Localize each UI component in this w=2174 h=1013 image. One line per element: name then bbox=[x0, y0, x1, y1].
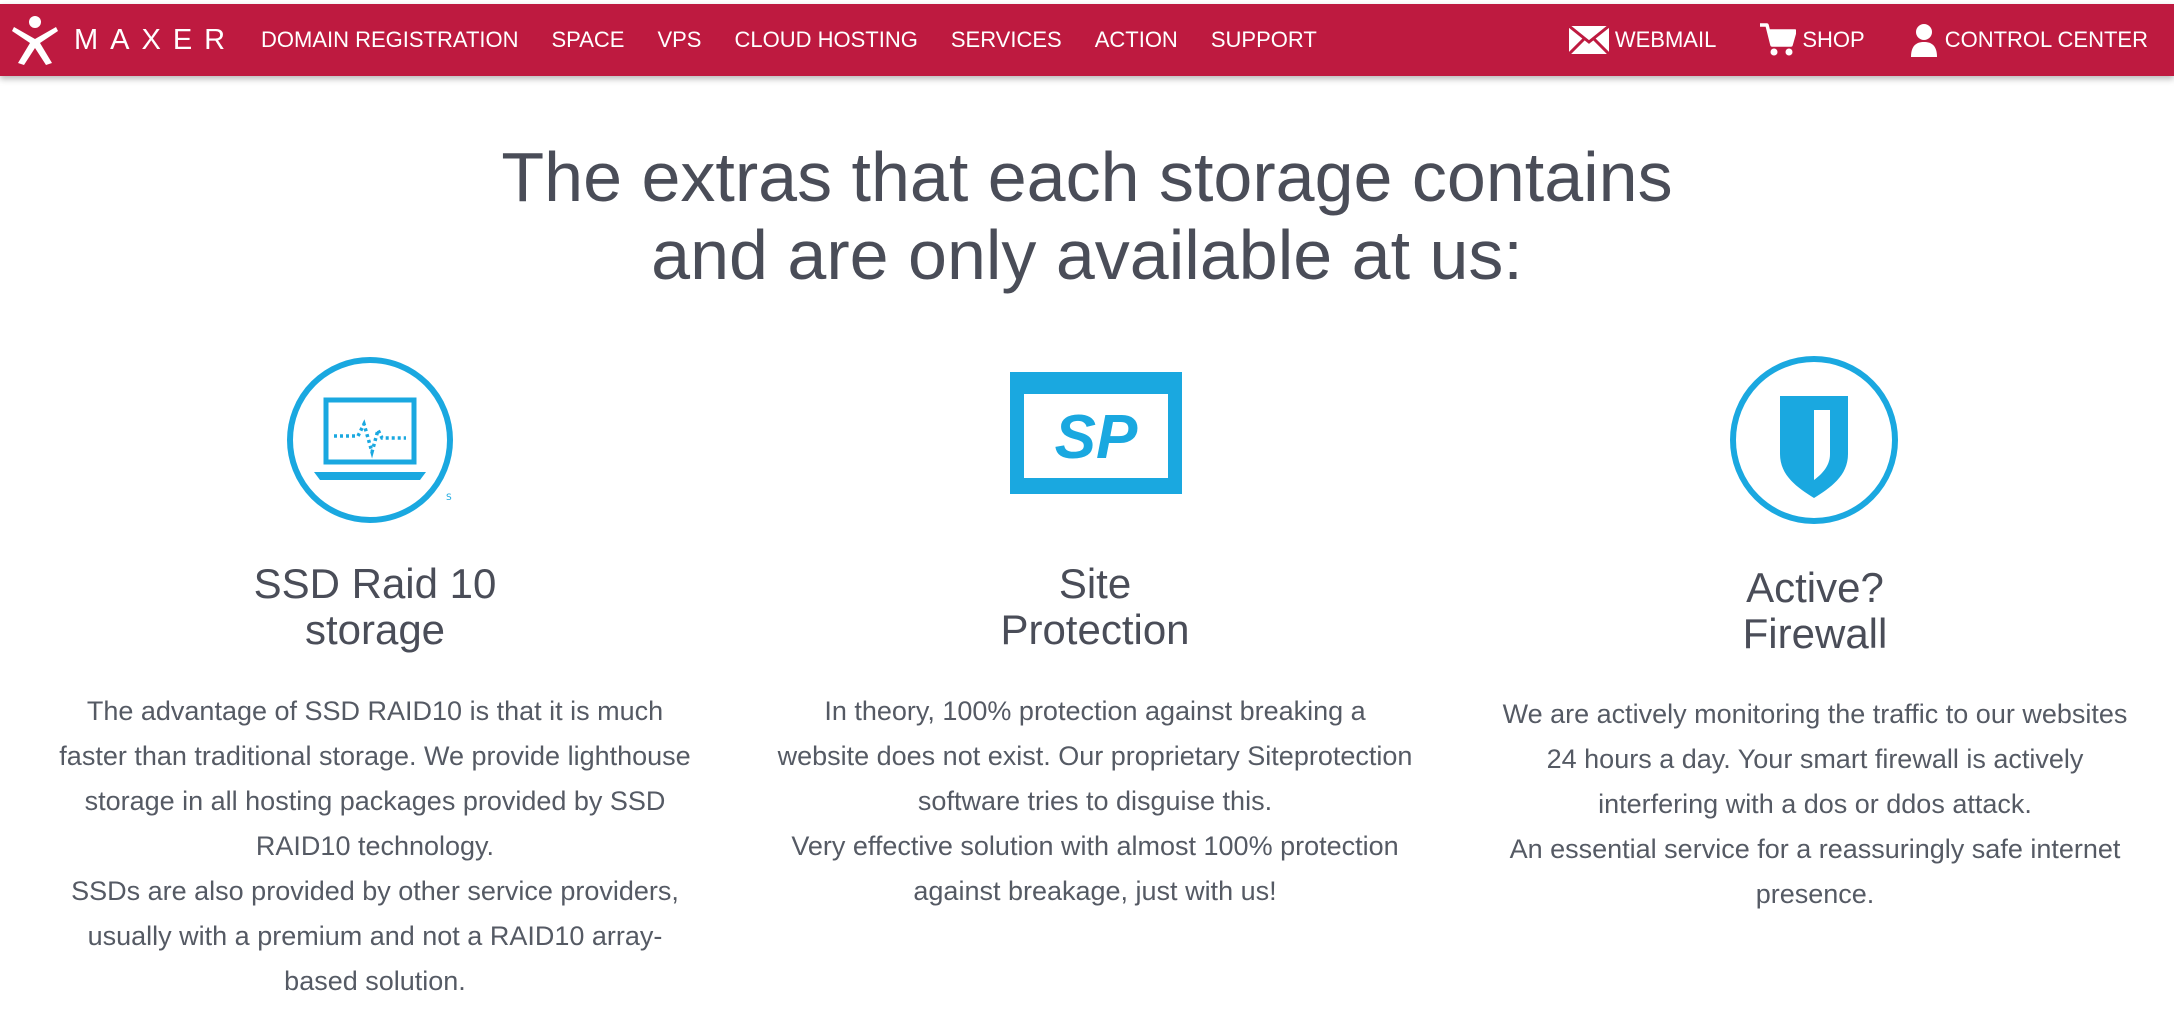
nav-item-services[interactable]: SERVICES bbox=[951, 27, 1062, 53]
nav-item-domain-registration[interactable]: DOMAIN REGISTRATION bbox=[261, 27, 519, 53]
text-line: In theory, 100% protection against break… bbox=[824, 696, 1366, 726]
webmail-link[interactable]: WEBMAIL bbox=[1568, 26, 1717, 54]
text-line: The advantage of SSD RAID10 is that it i… bbox=[86, 696, 664, 726]
text-line: based solution. bbox=[284, 966, 466, 996]
control-center-link[interactable]: CONTROL CENTER bbox=[1909, 23, 2148, 57]
headline-line-1: The extras that each storage contains bbox=[501, 138, 1673, 216]
feature-description: We are actively monitoring the traffic t… bbox=[1470, 692, 2160, 917]
text-line: Very effective solution with almost 100%… bbox=[791, 831, 1399, 861]
text-line: usually with a premium and not a RAID10 … bbox=[87, 921, 663, 951]
nav-item-support[interactable]: SUPPORT bbox=[1211, 27, 1317, 53]
text-line: Site bbox=[1058, 560, 1132, 607]
main-nav: DOMAIN REGISTRATION SPACE VPS CLOUD HOST… bbox=[261, 4, 1317, 76]
svg-text:S: S bbox=[446, 493, 452, 503]
svg-text:SP: SP bbox=[1055, 403, 1138, 472]
nav-item-space[interactable]: SPACE bbox=[552, 27, 625, 53]
shop-label: SHOP bbox=[1802, 27, 1865, 52]
text-line: website does not exist. Our proprietary … bbox=[777, 741, 1413, 771]
brand-logo[interactable]: MAXER bbox=[12, 13, 237, 67]
webmail-label: WEBMAIL bbox=[1614, 27, 1717, 52]
text-line: SSD Raid 10 bbox=[253, 560, 497, 607]
shop-link[interactable]: SHOP bbox=[1760, 23, 1865, 57]
text-line: faster than traditional storage. We prov… bbox=[59, 741, 691, 771]
nav-item-cloud-hosting[interactable]: CLOUD HOSTING bbox=[734, 27, 917, 53]
text-line: against breakage, just with us! bbox=[913, 876, 1277, 906]
text-line: software tries to disguise this. bbox=[917, 786, 1273, 816]
text-line: Firewall bbox=[1742, 610, 1888, 657]
top-navigation-bar: MAXER DOMAIN REGISTRATION SPACE VPS CLOU… bbox=[0, 4, 2174, 76]
feature-title: Active? Firewall bbox=[1470, 565, 2160, 657]
text-line: 24 hours a day. Your smart firewall is a… bbox=[1546, 744, 2084, 774]
page-headline: The extras that each storage contains an… bbox=[0, 138, 2174, 294]
text-line: presence. bbox=[1755, 879, 1875, 909]
feature-description: In theory, 100% protection against break… bbox=[750, 689, 1440, 914]
text-line: storage in all hosting packages provided… bbox=[84, 786, 666, 816]
text-line: Active? bbox=[1746, 564, 1884, 611]
text-line: storage bbox=[304, 606, 446, 653]
user-icon bbox=[1910, 24, 1937, 57]
text-line: interfering with a dos or ddos attack. bbox=[1598, 789, 2032, 819]
feature-title: SSD Raid 10 storage bbox=[30, 561, 720, 653]
control-center-label: CONTROL CENTER bbox=[1944, 27, 2148, 52]
text-line: SSDs are also provided by other service … bbox=[71, 876, 679, 906]
text-line: We are actively monitoring the traffic t… bbox=[1502, 699, 2128, 729]
laptop-pulse-icon: S bbox=[287, 357, 453, 523]
envelope-icon bbox=[1568, 26, 1609, 54]
text-line: Protection bbox=[1000, 606, 1190, 653]
feature-title: Site Protection bbox=[750, 561, 1440, 653]
shield-icon bbox=[1730, 356, 1898, 524]
person-star-logo-icon bbox=[12, 16, 58, 65]
brand-name: MAXER bbox=[74, 23, 238, 56]
headline-line-2: and are only available at us: bbox=[651, 216, 1523, 294]
nav-item-vps[interactable]: VPS bbox=[657, 27, 701, 53]
utility-nav: WEBMAIL SHOP CONTROL CENTER bbox=[1568, 4, 2148, 76]
cart-icon bbox=[1760, 23, 1797, 56]
text-line: An essential service for a reassuringly … bbox=[1509, 834, 2121, 864]
text-line: RAID10 technology. bbox=[255, 831, 495, 861]
nav-item-action[interactable]: ACTION bbox=[1095, 27, 1178, 53]
feature-description: The advantage of SSD RAID10 is that it i… bbox=[30, 689, 720, 1004]
sp-shield-icon: SP bbox=[1010, 372, 1182, 494]
